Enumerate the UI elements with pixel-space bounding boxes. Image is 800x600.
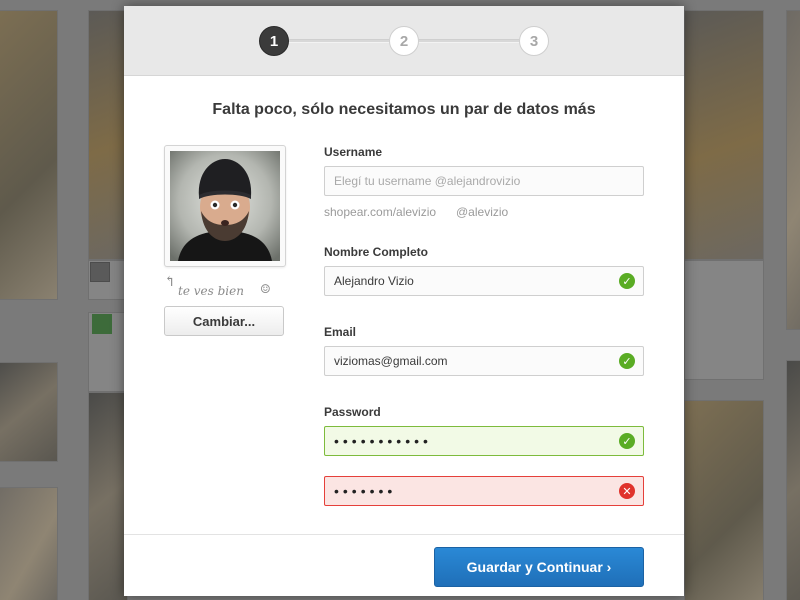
step-1: 1 — [259, 26, 289, 56]
check-icon: ✓ — [619, 353, 635, 369]
step-2: 2 — [389, 26, 419, 56]
progress-steps: 1 2 3 — [124, 6, 684, 76]
photo-caption-text: te ves bien — [178, 284, 244, 298]
modal-title: Falta poco, sólo necesitamos un par de d… — [212, 101, 596, 118]
background-card — [88, 10, 128, 260]
signup-modal: 1 2 3 Falta poco, sólo necesitamos un pa… — [124, 6, 684, 596]
fullname-input[interactable]: Alejandro Vizio ✓ — [324, 266, 644, 296]
check-icon: ✓ — [619, 273, 635, 289]
error-icon: ✕ — [619, 483, 635, 499]
email-label: Email — [324, 325, 357, 339]
save-continue-button[interactable]: Guardar y Continuar › — [434, 547, 644, 587]
background-card — [0, 362, 58, 462]
background-card — [684, 400, 764, 600]
user-photo-icon — [170, 151, 280, 261]
profile-url-hint: shopear.com/alevizio — [324, 205, 437, 219]
background-card — [0, 10, 58, 300]
fullname-value: Alejandro Vizio — [334, 274, 414, 288]
background-card — [786, 10, 800, 330]
profile-photo — [170, 151, 280, 261]
handle-hint: @alevizio — [456, 205, 509, 219]
smile-icon: ☺ — [260, 282, 271, 296]
modal-footer: Guardar y Continuar › — [124, 534, 684, 596]
profile-photo-frame — [164, 145, 286, 267]
background-card — [684, 260, 764, 380]
step-3: 3 — [519, 26, 549, 56]
background-card — [0, 487, 58, 600]
background-card — [88, 392, 128, 600]
background-avatar — [90, 262, 110, 282]
background-card — [786, 360, 800, 600]
username-placeholder: Elegí tu username @alejandrovizio — [334, 174, 521, 188]
fullname-label: Nombre Completo — [324, 245, 429, 259]
username-input[interactable]: Elegí tu username @alejandrovizio — [324, 166, 644, 196]
curved-arrow-icon: ↰ — [164, 274, 176, 290]
password-value: ••••••••••• — [334, 433, 432, 449]
step-connector — [419, 39, 519, 43]
background-badge — [92, 314, 112, 334]
photo-caption: ↰ te ves bien ☺ — [164, 274, 274, 298]
username-label: Username — [324, 145, 383, 159]
email-value: viziomas@gmail.com — [334, 354, 448, 368]
change-photo-button[interactable]: Cambiar... — [164, 306, 284, 336]
email-input[interactable]: viziomas@gmail.com ✓ — [324, 346, 644, 376]
check-icon: ✓ — [619, 433, 635, 449]
background-card — [684, 10, 764, 260]
password-confirm-value: ••••••• — [334, 483, 397, 499]
password-input[interactable]: ••••••••••• ✓ — [324, 426, 644, 456]
step-connector — [289, 39, 389, 43]
password-confirm-input[interactable]: ••••••• ✕ — [324, 476, 644, 506]
password-label: Password — [324, 405, 381, 419]
